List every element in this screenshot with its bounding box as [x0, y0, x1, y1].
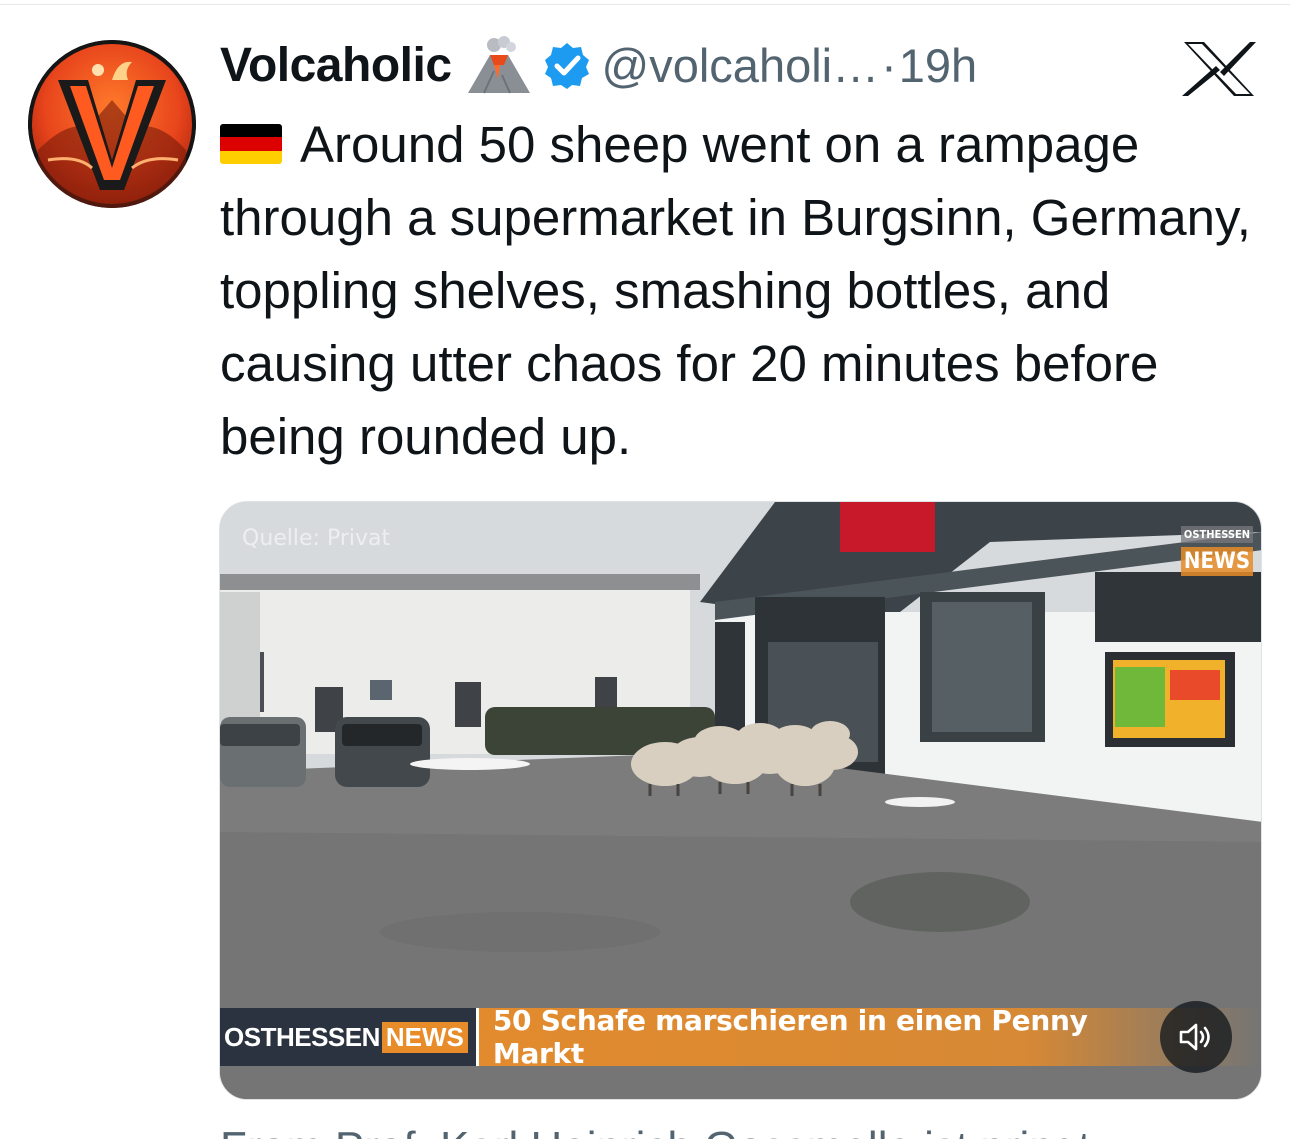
next-content-text: From Prof. Karl Heinrich Gossmelle ist p… [220, 1128, 1220, 1139]
video-lower-third: OSTHESSEN NEWS 50 Schafe marschieren in … [220, 1004, 1261, 1070]
volcano-emoji-icon [464, 35, 534, 95]
user-handle[interactable]: @volcaholi… [602, 38, 880, 93]
lower-third-headline: 50 Schafe marschieren in einen Penny Mar… [478, 1004, 1261, 1070]
mute-toggle-button[interactable] [1160, 1001, 1232, 1073]
corner-logo-top: OSTHESSEN [1181, 526, 1253, 543]
lower-third-brand-name: OSTHESSEN [224, 1021, 380, 1052]
volcaholic-logo-icon [28, 40, 196, 208]
separator-dot: · [881, 38, 897, 92]
video-player[interactable]: Quelle: Privat OSTHESSEN NEWS OSTHESSEN … [219, 501, 1262, 1100]
lower-third-brand: OSTHESSEN NEWS [220, 1008, 479, 1066]
tweet-header: Volcaholic @volcaholi… · 19h [220, 30, 977, 100]
lower-third-brand-accent: NEWS [381, 1021, 468, 1053]
tweet-timestamp[interactable]: 19h [899, 38, 977, 93]
top-divider [0, 4, 1290, 5]
corner-logo-bottom: NEWS [1181, 547, 1253, 576]
profile-avatar[interactable] [28, 40, 196, 208]
tweet-body: Around 50 sheep went on a rampage throug… [220, 116, 1251, 465]
broadcaster-corner-logo: OSTHESSEN NEWS [1181, 526, 1253, 594]
tweet-text: Around 50 sheep went on a rampage throug… [220, 108, 1270, 473]
germany-flag-icon [220, 124, 282, 164]
speaker-icon [1179, 1023, 1210, 1051]
next-content-cutoff: From Prof. Karl Heinrich Gossmelle ist p… [220, 1128, 1220, 1139]
x-logo-icon[interactable] [1180, 40, 1258, 98]
video-source-watermark: Quelle: Privat [242, 526, 391, 551]
display-name[interactable]: Volcaholic [220, 38, 452, 93]
verified-badge-icon[interactable] [542, 40, 592, 90]
